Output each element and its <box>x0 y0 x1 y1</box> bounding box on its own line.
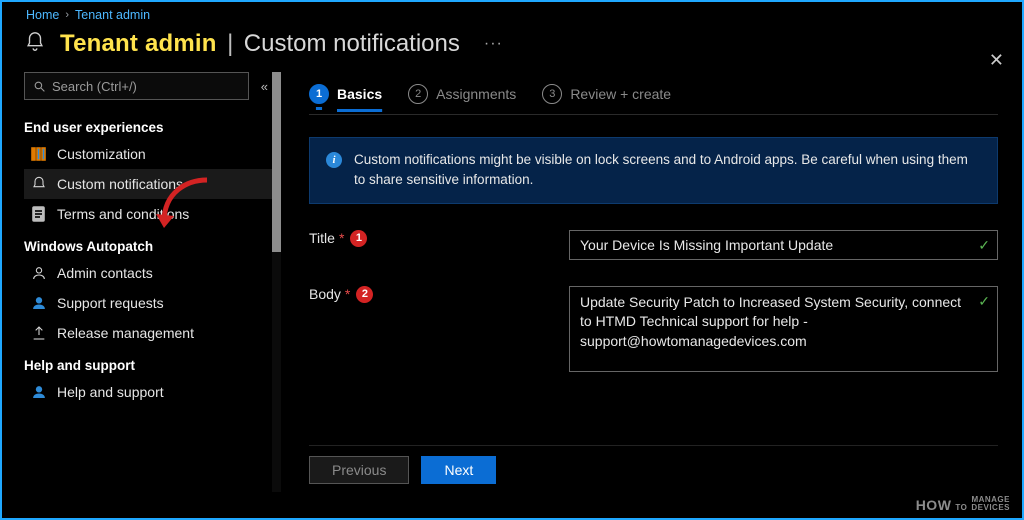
wizard-steps: 1 Basics 2 Assignments 3 Review + create <box>309 72 998 104</box>
sidebar: Search (Ctrl+/) « End user experiences C… <box>24 72 272 492</box>
upload-icon <box>31 325 47 341</box>
chevron-right-icon: › <box>65 9 69 21</box>
content-pane: 1 Basics 2 Assignments 3 Review + create… <box>281 72 1022 492</box>
document-icon <box>31 206 47 222</box>
page-subtitle: Custom notifications <box>244 30 460 57</box>
wizard-step-assignments[interactable]: 2 Assignments <box>408 84 516 104</box>
wizard-footer: Previous Next <box>309 445 998 492</box>
sidebar-group-autopatch: Windows Autopatch <box>24 239 272 254</box>
check-icon: ✓ <box>978 293 990 310</box>
title-label: Title* 1 <box>309 230 559 247</box>
step-label: Assignments <box>436 86 516 102</box>
sidebar-item-label: Admin contacts <box>57 265 153 281</box>
sidebar-item-label: Release management <box>57 325 194 341</box>
info-icon: i <box>326 152 342 168</box>
sidebar-item-help-support[interactable]: Help and support <box>24 377 272 407</box>
step-number-icon: 1 <box>309 84 329 104</box>
sidebar-item-customization[interactable]: Customization <box>24 139 272 169</box>
sidebar-item-admin-contacts[interactable]: Admin contacts <box>24 258 272 288</box>
search-icon <box>33 80 46 93</box>
sidebar-item-label: Support requests <box>57 295 164 311</box>
next-button[interactable]: Next <box>421 456 496 484</box>
sidebar-item-terms[interactable]: Terms and conditions <box>24 199 272 229</box>
step-number-icon: 3 <box>542 84 562 104</box>
info-banner: i Custom notifications might be visible … <box>309 137 998 204</box>
bell-icon <box>24 31 46 58</box>
wizard-step-basics[interactable]: 1 Basics <box>309 84 382 104</box>
page-title: Tenant admin <box>60 30 217 57</box>
info-banner-text: Custom notifications might be visible on… <box>354 150 981 191</box>
title-separator: | <box>221 30 239 57</box>
callout-badge-2: 2 <box>356 286 373 303</box>
sidebar-item-label: Customization <box>57 146 146 162</box>
callout-badge-1: 1 <box>350 230 367 247</box>
step-number-icon: 2 <box>408 84 428 104</box>
wizard-step-review[interactable]: 3 Review + create <box>542 84 671 104</box>
close-button[interactable]: ✕ <box>989 50 1004 71</box>
customization-icon <box>31 146 47 162</box>
search-placeholder: Search (Ctrl+/) <box>52 79 137 94</box>
sidebar-scrollbar[interactable] <box>272 72 281 492</box>
bell-outline-icon <box>31 176 47 192</box>
sidebar-item-label: Help and support <box>57 384 164 400</box>
sidebar-item-release-management[interactable]: Release management <box>24 318 272 348</box>
sidebar-item-support-requests[interactable]: Support requests <box>24 288 272 318</box>
person-icon <box>31 265 47 281</box>
body-input[interactable] <box>569 286 998 372</box>
sidebar-item-label: Custom notifications <box>57 176 183 192</box>
watermark: HOW TO MANAGEDEVICES <box>916 496 1010 512</box>
sidebar-group-help: Help and support <box>24 358 272 373</box>
step-label: Basics <box>337 86 382 102</box>
previous-button[interactable]: Previous <box>309 456 409 484</box>
collapse-sidebar-button[interactable]: « <box>257 79 272 94</box>
title-input[interactable] <box>569 230 998 260</box>
page-header: Tenant admin | Custom notifications ··· … <box>2 24 1022 72</box>
sidebar-item-custom-notifications[interactable]: Custom notifications <box>24 169 272 199</box>
step-label: Review + create <box>570 86 671 102</box>
search-input[interactable]: Search (Ctrl+/) <box>24 72 249 100</box>
notification-form: Title* 1 ✓ Body* 2 ✓ <box>309 230 998 377</box>
breadcrumb: Home › Tenant admin <box>2 2 1022 24</box>
help-person-icon <box>31 384 47 400</box>
breadcrumb-tenant-admin[interactable]: Tenant admin <box>75 8 150 22</box>
more-actions-button[interactable]: ··· <box>484 35 503 53</box>
sidebar-group-end-user: End user experiences <box>24 120 272 135</box>
body-label: Body* 2 <box>309 286 559 303</box>
check-icon: ✓ <box>978 237 990 254</box>
sidebar-item-label: Terms and conditions <box>57 206 189 222</box>
breadcrumb-home[interactable]: Home <box>26 8 59 22</box>
support-person-icon <box>31 295 47 311</box>
